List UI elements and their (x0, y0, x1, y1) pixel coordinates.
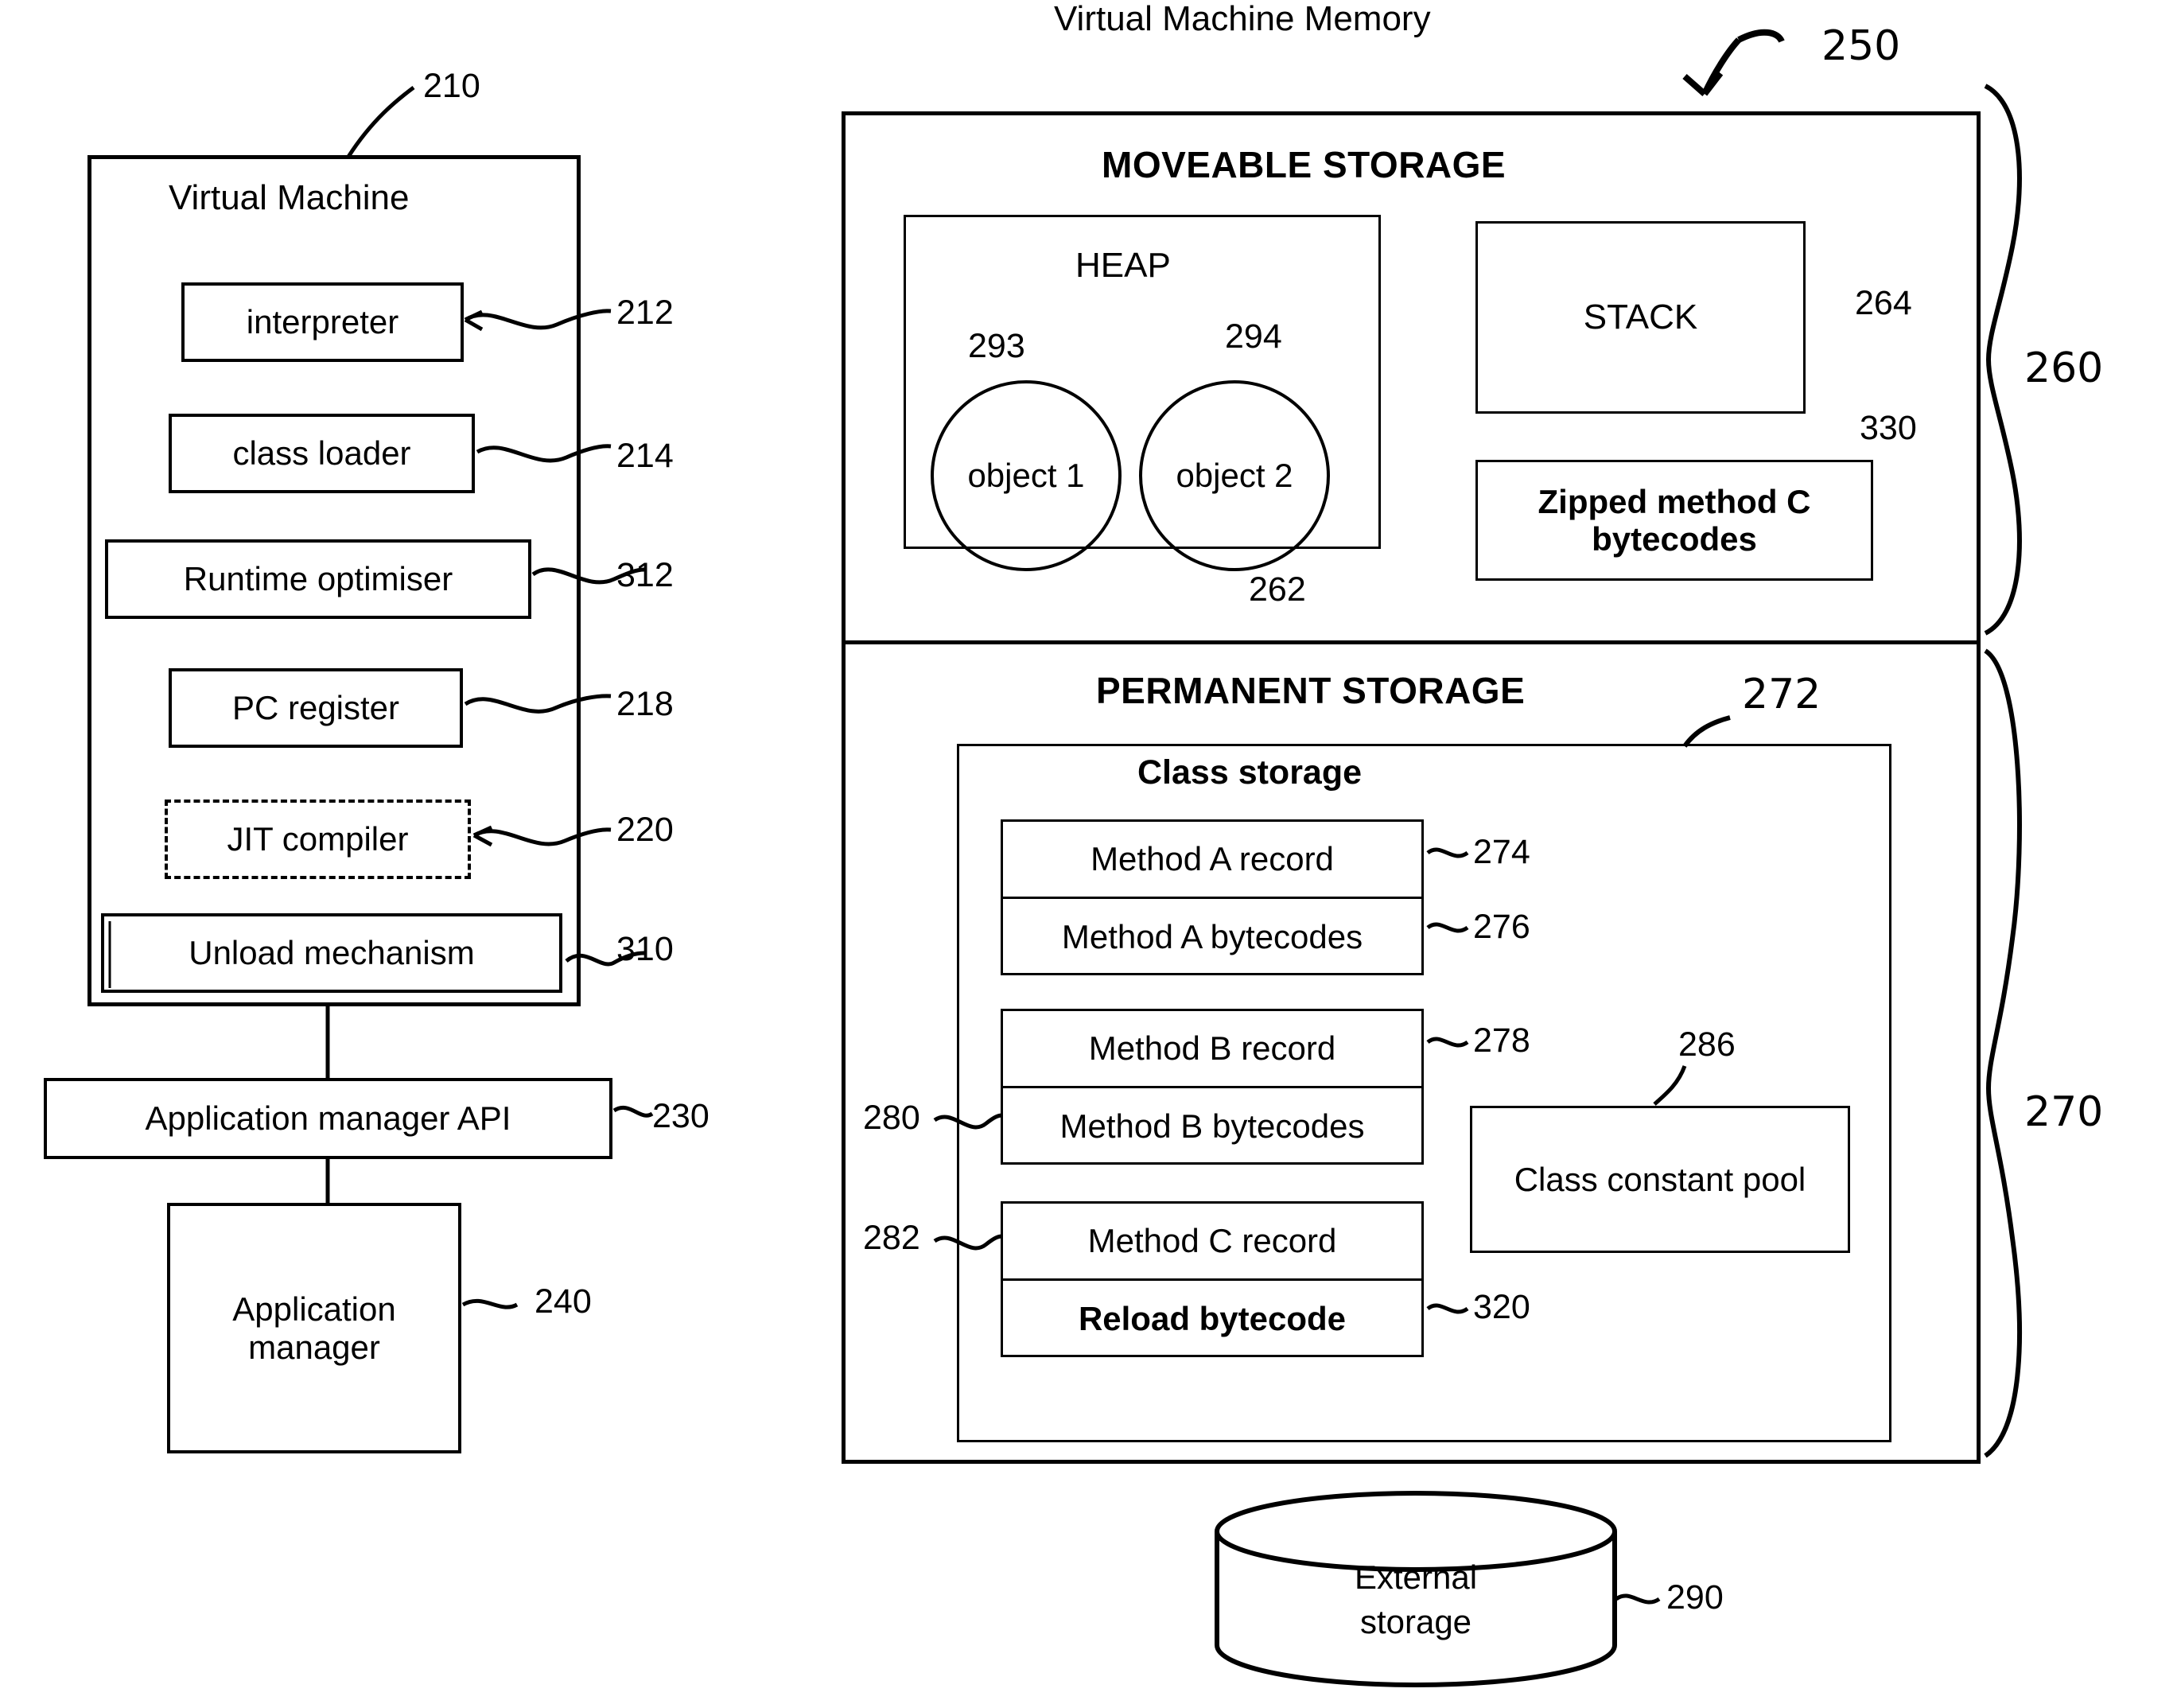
vm-component-label: JIT compiler (227, 820, 409, 858)
patent-figure-canvas: Virtual Machine Memory Virtual Machine i… (0, 0, 2181, 1708)
method-a-bytecodes-row[interactable]: Method A bytecodes (1003, 899, 1421, 975)
application-manager-api-label: Application manager API (145, 1099, 511, 1138)
ref-230: 230 (652, 1097, 710, 1135)
ref-274: 274 (1473, 833, 1530, 871)
permanent-storage-heading: PERMANENT STORAGE (1096, 670, 1526, 711)
ref-310: 310 (616, 930, 674, 968)
heap-object-label: object 1 (967, 457, 1085, 494)
ref-272: 272 (1742, 671, 1821, 718)
method-record-label: Method C record (1087, 1222, 1337, 1260)
application-manager-box[interactable]: Application manager (167, 1203, 461, 1453)
stack-box[interactable]: STACK (1475, 221, 1806, 414)
method-b-bytecodes-row[interactable]: Method B bytecodes (1003, 1088, 1421, 1165)
vm-component-label: class loader (232, 434, 411, 473)
ref-290: 290 (1666, 1578, 1724, 1617)
zipped-method-c-box[interactable]: Zipped method C bytecodes (1475, 460, 1873, 581)
method-c-bytecodes-row[interactable]: Reload bytecode (1003, 1281, 1421, 1357)
zipped-method-c-label: Zipped method C bytecodes (1538, 482, 1811, 558)
application-manager-label: Application manager (232, 1290, 396, 1366)
method-bytecodes-label: Reload bytecode (1078, 1300, 1347, 1338)
moveable-storage-heading: MOVEABLE STORAGE (1102, 144, 1506, 185)
ref-210: 210 (423, 67, 480, 105)
method-bytecodes-label: Method A bytecodes (1061, 918, 1363, 956)
ref-270: 270 (2024, 1088, 2104, 1136)
vm-component-runtime-optimiser[interactable]: Runtime optimiser (105, 539, 531, 619)
method-c-group: Method C record Reload bytecode (1001, 1201, 1424, 1357)
ref-293: 293 (968, 327, 1025, 365)
vm-component-label: PC register (231, 689, 400, 727)
heap-object-2[interactable]: object 2 (1139, 380, 1330, 571)
vm-component-jit-compiler[interactable]: JIT compiler (165, 800, 471, 879)
external-storage-label-line2: storage (1359, 1603, 1472, 1640)
ref-280: 280 (863, 1099, 920, 1137)
external-storage-label-line1: External (1354, 1558, 1478, 1596)
class-storage-label: Class storage (1137, 753, 1363, 792)
heap-object-label: object 2 (1176, 457, 1293, 494)
vm-component-label: interpreter (246, 303, 399, 341)
vm-component-class-loader[interactable]: class loader (169, 414, 475, 493)
ref-218: 218 (616, 685, 674, 723)
ref-330: 330 (1860, 409, 1917, 447)
ref-212: 212 (616, 294, 674, 332)
ref-320: 320 (1473, 1288, 1530, 1326)
ref-278: 278 (1473, 1021, 1530, 1060)
vm-component-unload-mechanism[interactable]: Unload mechanism (101, 913, 562, 993)
method-record-label: Method B record (1088, 1029, 1336, 1068)
ref-260: 260 (2024, 344, 2104, 392)
method-a-group: Method A record Method A bytecodes (1001, 819, 1424, 975)
vm-component-pc-register[interactable]: PC register (169, 668, 463, 748)
method-c-record-row[interactable]: Method C record (1003, 1204, 1421, 1281)
ref-250: 250 (1821, 22, 1901, 70)
ref-276: 276 (1473, 908, 1530, 946)
external-storage-cylinder[interactable]: External storage (1217, 1508, 1615, 1683)
stack-label: STACK (1583, 298, 1698, 337)
method-a-record-row[interactable]: Method A record (1003, 822, 1421, 899)
application-manager-api-box[interactable]: Application manager API (44, 1078, 612, 1159)
vm-component-label: Unload mechanism (189, 934, 475, 972)
vm-component-interpreter[interactable]: interpreter (181, 282, 464, 362)
ref-312: 312 (616, 556, 674, 594)
class-constant-pool-box[interactable]: Class constant pool (1470, 1106, 1850, 1253)
virtual-machine-title: Virtual Machine (169, 178, 410, 217)
storage-divider (842, 640, 1981, 644)
method-b-record-row[interactable]: Method B record (1003, 1011, 1421, 1088)
method-bytecodes-label: Method B bytecodes (1059, 1107, 1365, 1146)
ref-282: 282 (863, 1219, 920, 1257)
figure-title: Virtual Machine Memory (1054, 0, 1431, 38)
vm-component-label: Runtime optimiser (183, 560, 453, 598)
heap-label: HEAP (1075, 246, 1171, 285)
ref-220: 220 (616, 811, 674, 849)
heap-object-1[interactable]: object 1 (931, 380, 1122, 571)
ref-214: 214 (616, 437, 674, 475)
ref-286: 286 (1678, 1025, 1736, 1064)
class-constant-pool-label: Class constant pool (1514, 1160, 1806, 1198)
ref-264: 264 (1855, 284, 1912, 322)
ref-240: 240 (535, 1282, 592, 1321)
method-record-label: Method A record (1090, 840, 1334, 878)
ref-294: 294 (1225, 317, 1282, 356)
method-b-group: Method B record Method B bytecodes (1001, 1009, 1424, 1165)
ref-262: 262 (1249, 570, 1306, 609)
